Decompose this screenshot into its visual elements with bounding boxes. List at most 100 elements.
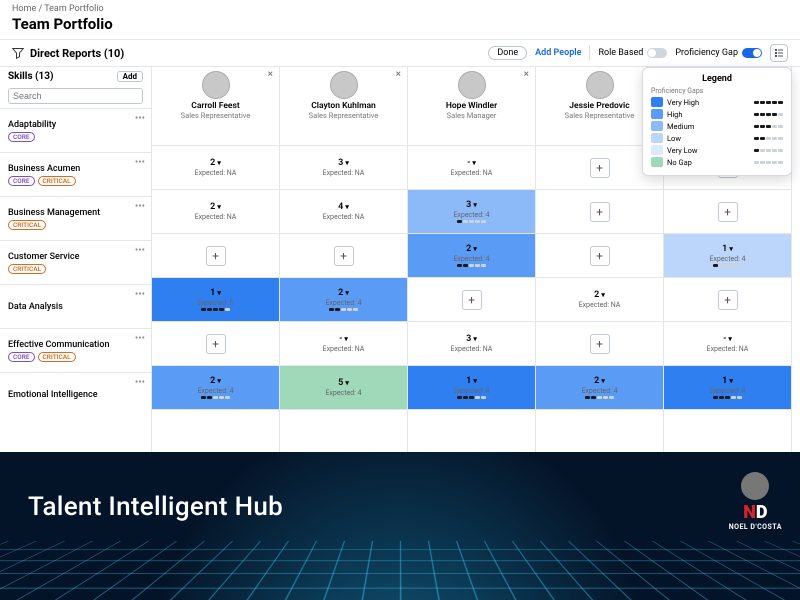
add-rating-button[interactable]: + [334,246,354,266]
matrix-cell[interactable]: + [408,277,535,321]
rating-value[interactable]: 2 ▾ [210,376,221,386]
add-rating-button[interactable]: + [718,290,738,310]
more-icon[interactable]: ••• [135,333,145,344]
add-rating-button[interactable]: + [718,202,738,222]
skill-row[interactable]: Customer ServiceCRITICAL••• [0,240,151,284]
legend-swatch [651,97,663,107]
expected-label: Expected: 4 [581,387,617,395]
skill-row[interactable]: Business ManagementCRITICAL••• [0,196,151,240]
rating-value[interactable]: 2 ▾ [594,290,605,300]
rating-value[interactable]: 2 ▾ [594,376,605,386]
skill-row[interactable]: Emotional Intelligence••• [0,372,151,416]
matrix-cell[interactable]: + [664,189,791,233]
rating-value[interactable]: 2 ▾ [338,288,349,298]
add-people-button[interactable]: Add People [535,48,581,58]
legend-swatch [651,109,663,119]
matrix-cell[interactable]: + [536,189,663,233]
rating-value[interactable]: 1 ▾ [722,376,733,386]
matrix-cell[interactable]: 5 ▾Expected: 4 [280,365,407,409]
matrix-cell[interactable]: + [536,321,663,365]
skill-row[interactable]: AdaptabilityCORE••• [0,108,151,152]
rating-value[interactable]: 2 ▾ [210,158,221,168]
rating-value[interactable]: 5 ▾ [338,378,349,388]
matrix-cell[interactable]: 2 ▾Expected: 4 [152,365,279,409]
close-icon[interactable]: × [396,69,401,80]
breadcrumb[interactable]: Home / Team Portfolio [12,4,788,14]
avatar[interactable] [202,71,230,99]
matrix-cell[interactable]: 2 ▾Expected: NA [152,189,279,233]
avatar[interactable] [330,71,358,99]
add-rating-button[interactable]: + [206,246,226,266]
matrix-cell[interactable]: 3 ▾Expected: 4 [408,189,535,233]
matrix-cell[interactable]: + [536,233,663,277]
rating-value[interactable]: 2 ▾ [466,244,477,254]
more-icon[interactable]: ••• [135,113,145,124]
add-rating-button[interactable]: + [206,334,226,354]
gap-dots [457,220,486,223]
matrix-cell[interactable]: 2 ▾Expected: NA [152,145,279,189]
matrix-cell[interactable]: 2 ▾Expected: 4 [408,233,535,277]
matrix-cell[interactable]: - ▾Expected: NA [408,145,535,189]
filter-icon[interactable] [12,47,24,59]
rating-value[interactable]: 2 ▾ [210,202,221,212]
skill-row[interactable]: Effective CommunicationCORECRITICAL••• [0,328,151,372]
add-rating-button[interactable]: + [590,246,610,266]
more-icon[interactable]: ••• [135,157,145,168]
proficiency-gap-toggle[interactable]: Proficiency Gap [675,48,762,58]
avatar[interactable] [458,71,486,99]
checklist-icon[interactable] [770,44,788,62]
add-skill-button[interactable]: Add [117,71,143,82]
expected-label: Expected: 5 [197,299,233,307]
skill-row[interactable]: Data Analysis••• [0,284,151,328]
add-rating-button[interactable]: + [462,290,482,310]
legend-label: High [667,110,683,119]
more-icon[interactable]: ••• [135,245,145,256]
rating-value[interactable]: 1 ▾ [466,376,477,386]
matrix-cell [536,409,663,453]
legend-dots [754,137,783,140]
close-icon[interactable]: × [268,69,273,80]
rating-value[interactable]: 1 ▾ [210,288,221,298]
matrix-cell[interactable]: 2 ▾Expected: 4 [280,277,407,321]
more-icon[interactable]: ••• [135,289,145,300]
matrix-cell[interactable]: 1 ▾Expected: 4 [408,365,535,409]
expected-label: Expected: 4 [709,387,745,395]
role-based-toggle[interactable]: Role Based [598,48,667,58]
matrix-cell[interactable]: - ▾Expected: NA [664,321,791,365]
matrix-cell[interactable]: 1 ▾Expected: 4 [664,365,791,409]
matrix-cell[interactable]: 2 ▾Expected: 4 [536,365,663,409]
skill-tag: CRITICAL [38,352,76,362]
expected-label: Expected: 4 [709,255,745,263]
matrix-cell[interactable]: - ▾Expected: NA [280,321,407,365]
more-icon[interactable]: ••• [135,377,145,388]
rating-value[interactable]: 1 ▾ [722,244,733,254]
skill-row[interactable]: Business AcumenCORECRITICAL••• [0,152,151,196]
matrix-cell[interactable]: + [664,277,791,321]
rating-value[interactable]: - ▾ [339,334,348,344]
rating-value[interactable]: 3 ▾ [466,200,477,210]
matrix-cell[interactable]: 1 ▾Expected: 4 [664,233,791,277]
matrix-cell[interactable]: 3 ▾Expected: NA [280,145,407,189]
more-icon[interactable]: ••• [135,201,145,212]
done-button[interactable]: Done [488,46,527,60]
matrix-cell[interactable]: + [152,321,279,365]
matrix-cell[interactable]: + [152,233,279,277]
matrix-cell[interactable]: 1 ▾Expected: 5 [152,277,279,321]
brand-block: ND NOEL D'COSTA [729,472,782,531]
matrix-cell[interactable]: 2 ▾Expected: NA [536,277,663,321]
avatar[interactable] [586,71,614,99]
matrix-cell[interactable]: 4 ▾Expected: NA [280,189,407,233]
rating-value[interactable]: 3 ▾ [466,334,477,344]
rating-value[interactable]: - ▾ [723,334,732,344]
rating-value[interactable]: 4 ▾ [338,202,349,212]
rating-value[interactable]: 3 ▾ [338,158,349,168]
add-rating-button[interactable]: + [590,334,610,354]
close-icon[interactable]: × [524,69,529,80]
search-input[interactable] [8,88,143,104]
add-rating-button[interactable]: + [590,202,610,222]
matrix-cell[interactable]: + [280,233,407,277]
matrix-cell[interactable]: 3 ▾Expected: NA [408,321,535,365]
add-rating-button[interactable]: + [590,158,610,178]
rating-value[interactable]: - ▾ [467,158,476,168]
matrix-cell [408,409,535,453]
